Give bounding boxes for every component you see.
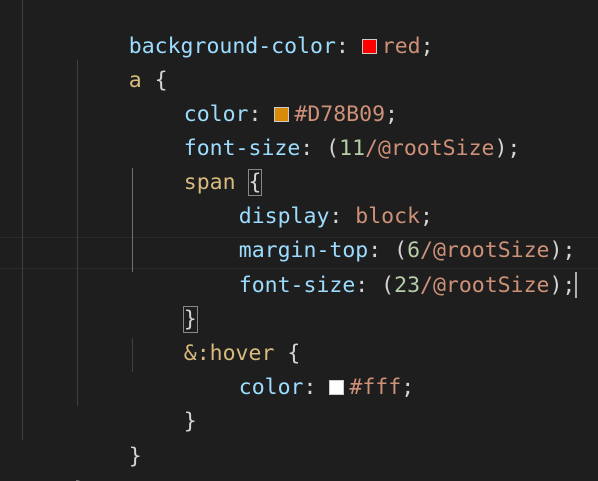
- code-line[interactable]: }: [132, 371, 197, 434]
- code-line[interactable]: }: [22, 440, 87, 481]
- text-cursor: [575, 272, 578, 298]
- code-line[interactable]: font-size: (11/@rootSize);: [132, 98, 521, 161]
- open-paren: (: [381, 273, 395, 298]
- close-brace: }: [128, 444, 142, 469]
- code-line[interactable]: span {: [132, 132, 263, 196]
- colon: :: [303, 375, 330, 400]
- code-line[interactable]: display: block;: [187, 166, 433, 229]
- semicolon: ;: [507, 136, 521, 161]
- code-line[interactable]: color: #D78B09;: [132, 64, 398, 127]
- semicolon: ;: [401, 375, 415, 400]
- close-paren: ): [494, 136, 508, 161]
- code-line[interactable]: }: [132, 269, 198, 333]
- code-line[interactable]: margin-top: (6/@rootSize);: [187, 200, 576, 263]
- code-line-current[interactable]: font-size: (23/@rootSize);: [187, 235, 578, 298]
- code-line[interactable]: color: #fff;: [187, 337, 414, 400]
- code-editor[interactable]: background-color: red; a { color: #D78B0…: [0, 0, 598, 481]
- code-line[interactable]: }: [77, 406, 142, 469]
- close-paren: ): [549, 273, 563, 298]
- css-value: red: [381, 34, 421, 59]
- colon: :: [335, 34, 362, 59]
- semicolon: ;: [420, 34, 434, 59]
- css-number: 11: [339, 136, 366, 161]
- semicolon: ;: [562, 273, 576, 298]
- close-brace: }: [183, 409, 197, 434]
- css-property: color: [238, 375, 304, 400]
- color-swatch-icon[interactable]: [361, 39, 377, 54]
- css-number: 23: [394, 273, 421, 298]
- indent-guide: [22, 0, 23, 440]
- colon: :: [300, 136, 327, 161]
- colon: :: [355, 273, 382, 298]
- code-line[interactable]: &:hover {: [132, 303, 301, 366]
- css-property: font-size: [238, 273, 356, 298]
- code-line[interactable]: a {: [77, 30, 168, 93]
- css-value: #fff: [349, 375, 402, 400]
- css-variable: /@rootSize: [365, 136, 495, 161]
- css-variable: /@rootSize: [420, 273, 550, 298]
- color-swatch-icon[interactable]: [329, 380, 345, 395]
- open-paren: (: [326, 136, 340, 161]
- code-line[interactable]: background-color: red;: [77, 0, 434, 59]
